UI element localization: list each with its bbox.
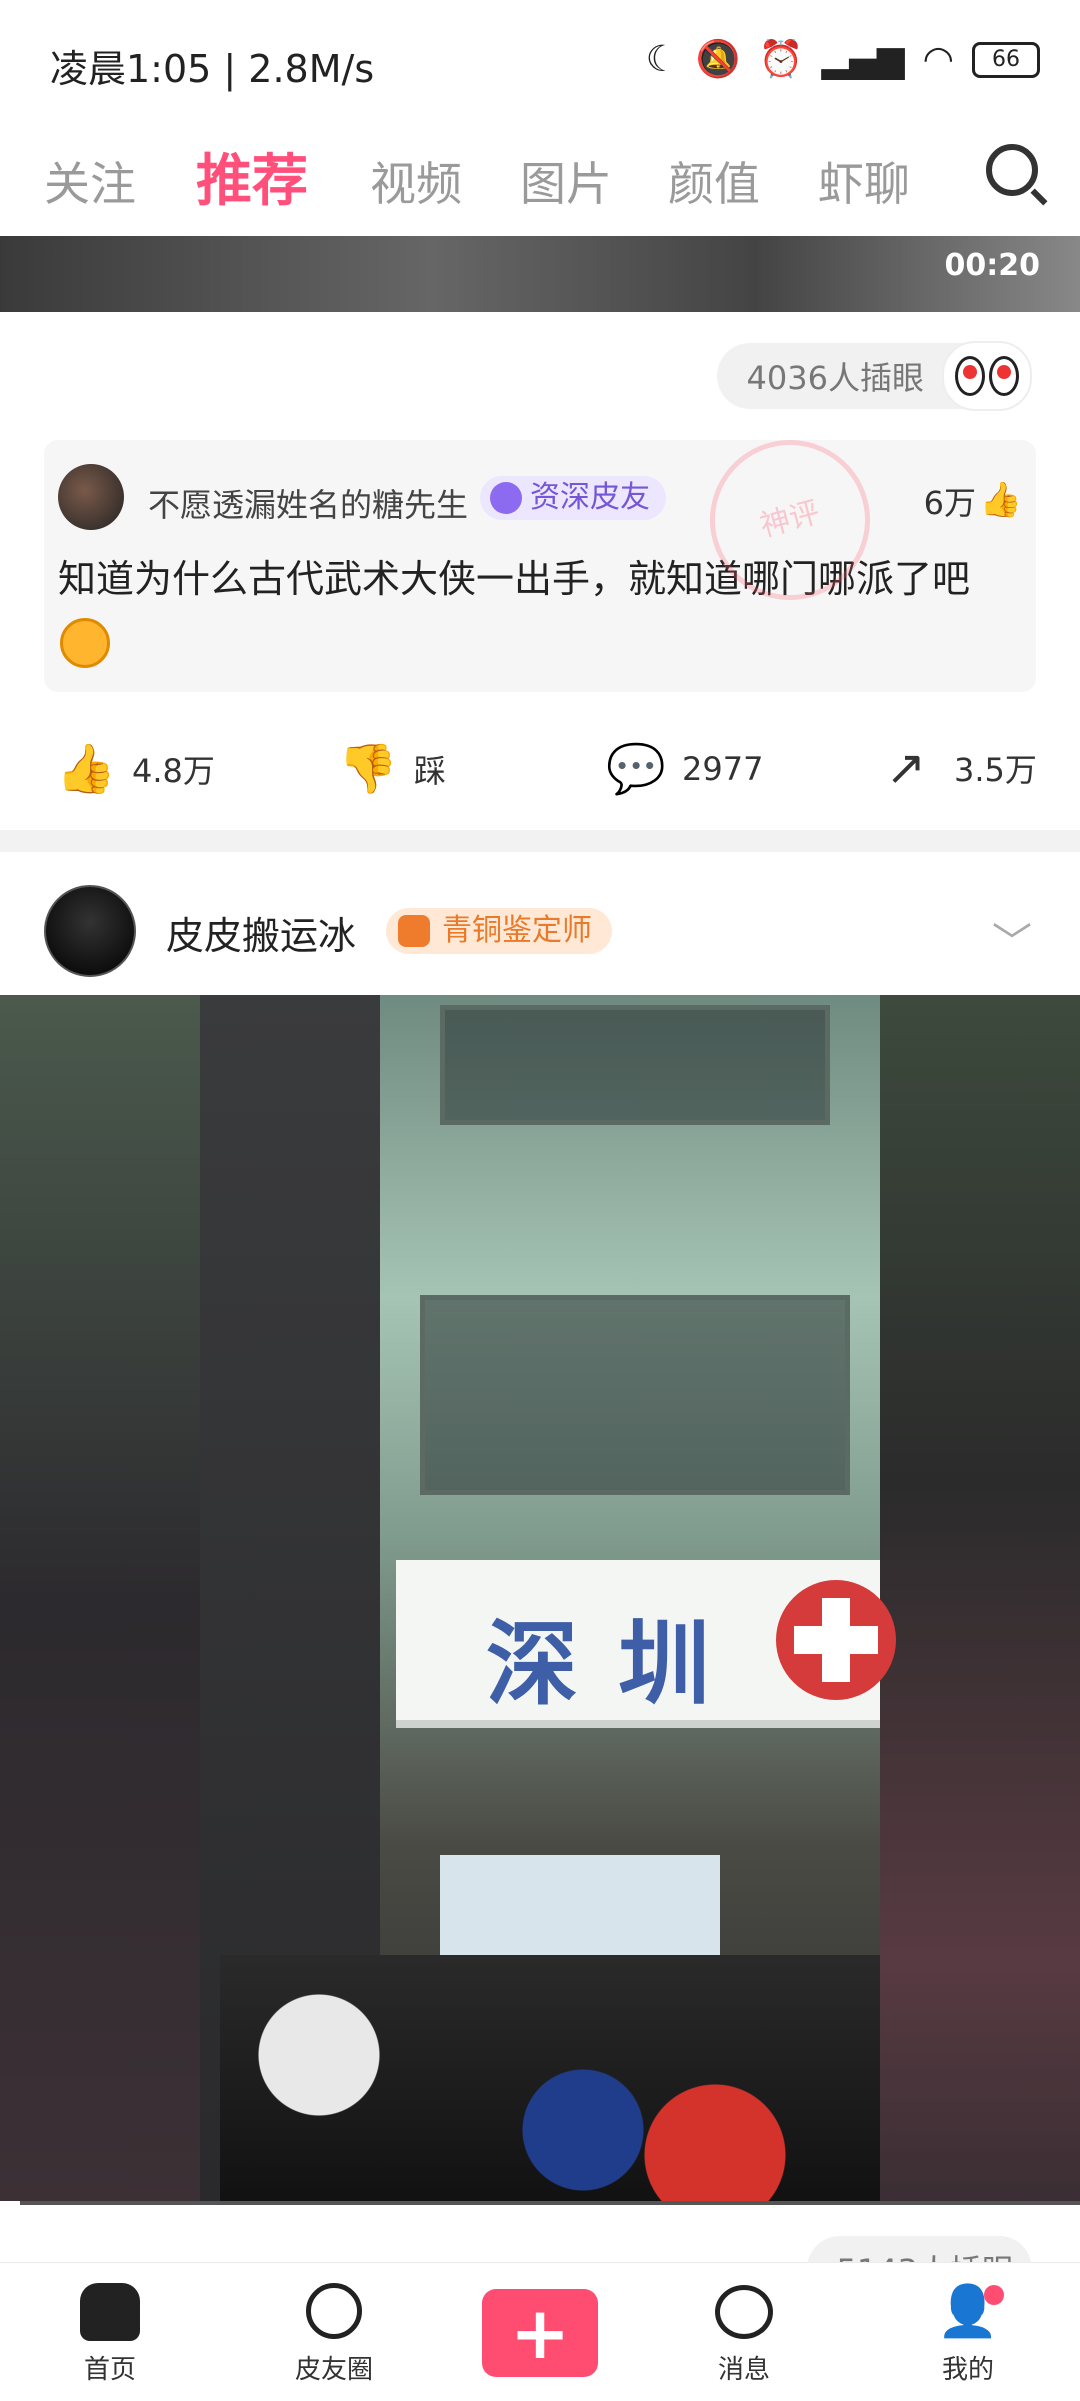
eyes-icon [942,341,1032,411]
share-count: 3.5万 [954,751,1037,789]
nav-circle[interactable]: 皮友圈 [264,2279,404,2386]
post-divider [0,830,1080,852]
comment-count: 2977 [682,749,764,788]
avatar[interactable] [44,885,136,977]
status-icons: ☾ 🔕 ⏰ ▂▄▆ ◠ 66 [646,40,1040,80]
avatar[interactable] [58,464,124,530]
post1-video-preview[interactable]: 00:20 [0,236,1080,312]
comment-icon: 💬 [606,741,666,797]
wifi-icon: ◠ [922,39,954,80]
red-cross-icon [776,1580,896,1700]
laughing-emoji-icon [60,618,110,668]
god-comment-card[interactable]: 不愿透漏姓名的糖先生 资深皮友 6万 👍 知道为什么古代武术大侠一出手，就知道哪… [44,440,1036,692]
create-post-button[interactable]: + [482,2289,598,2377]
video-blur-right [880,995,1080,2205]
nav-messages[interactable]: 消息 [674,2279,814,2386]
hospital-sign: 深圳 [396,1560,896,1728]
home-icon [80,2283,140,2341]
dislike-button[interactable]: 👎 踩 [338,740,446,797]
comment-username[interactable]: 不愿透漏姓名的糖先生 [148,480,468,526]
compass-icon [306,2283,362,2339]
thumbs-up-icon: 👍 [56,741,116,797]
tab-follow[interactable]: 关注 [44,148,136,214]
nav-me[interactable]: 👤 我的 [898,2279,1038,2386]
comment-like-count: 6万 [923,484,976,522]
peek-button[interactable]: 4036人插眼 [716,341,1032,411]
video-frame: 深圳 [200,995,896,2205]
video-blur-left [0,995,200,2205]
bottom-nav: 首页 皮友圈 + 消息 👤 我的 [0,2262,1080,2401]
chat-bubble-icon [715,2285,773,2339]
tab-recommend[interactable]: 推荐 [196,136,308,217]
tab-shrimp-chat[interactable]: 虾聊 [818,148,910,214]
user-level-badge: 资深皮友 [480,476,666,520]
like-button[interactable]: 👍 4.8万 [56,740,215,797]
chevron-down-icon[interactable]: ﹀ [992,910,1032,968]
badge-icon [398,915,430,947]
peek-count: 4036人插眼 [746,359,924,397]
video-duration: 00:20 [944,248,1041,283]
tab-looks[interactable]: 颜值 [668,148,760,214]
top-tab-bar: 关注 推荐 视频 图片 颜值 虾聊 [0,120,1080,235]
moon-icon: ☾ [645,39,678,80]
thumbs-down-icon: 👎 [338,741,398,797]
mute-bell-icon: 🔕 [695,39,741,80]
tab-images[interactable]: 图片 [520,148,612,214]
user-icon: 👤 [936,2282,1000,2340]
share-button[interactable]: ↗ 3.5万 [878,740,1037,796]
search-icon[interactable] [986,144,1038,196]
post-action-bar: 👍 4.8万 👎 踩 💬 2977 ↗ 3.5万 [0,720,1080,810]
status-time: 凌晨1:05 | 2.8M/s [50,47,375,91]
comment-text: 知道为什么古代武术大侠一出手，就知道哪门哪派了吧 [58,557,971,601]
battery-indicator: 66 [972,42,1040,78]
signal-icon: ▂▄▆ [821,39,905,80]
notification-dot [984,2285,1004,2305]
nav-home[interactable]: 首页 [40,2279,180,2386]
user-level-badge: 青铜鉴定师 [386,908,612,954]
status-bar: 凌晨1:05 | 2.8M/s ☾ 🔕 ⏰ ▂▄▆ ◠ 66 [0,0,1080,120]
tab-video[interactable]: 视频 [370,148,462,214]
dislike-label: 踩 [414,751,447,790]
comment-button[interactable]: 💬 2977 [606,740,763,797]
like-count: 4.8万 [132,751,215,790]
badge-icon [490,482,522,514]
crowd [220,1955,880,2205]
share-icon: ↗ [885,740,927,796]
thumbs-up-icon[interactable]: 👍 [980,480,1022,520]
post-username[interactable]: 皮皮搬运冰 [166,905,356,960]
alarm-icon: ⏰ [758,39,804,80]
sign-text: 深圳 [486,1611,751,1718]
video-progress-bar[interactable] [0,2201,1080,2205]
post2-video[interactable]: 深圳 [0,995,1080,2205]
